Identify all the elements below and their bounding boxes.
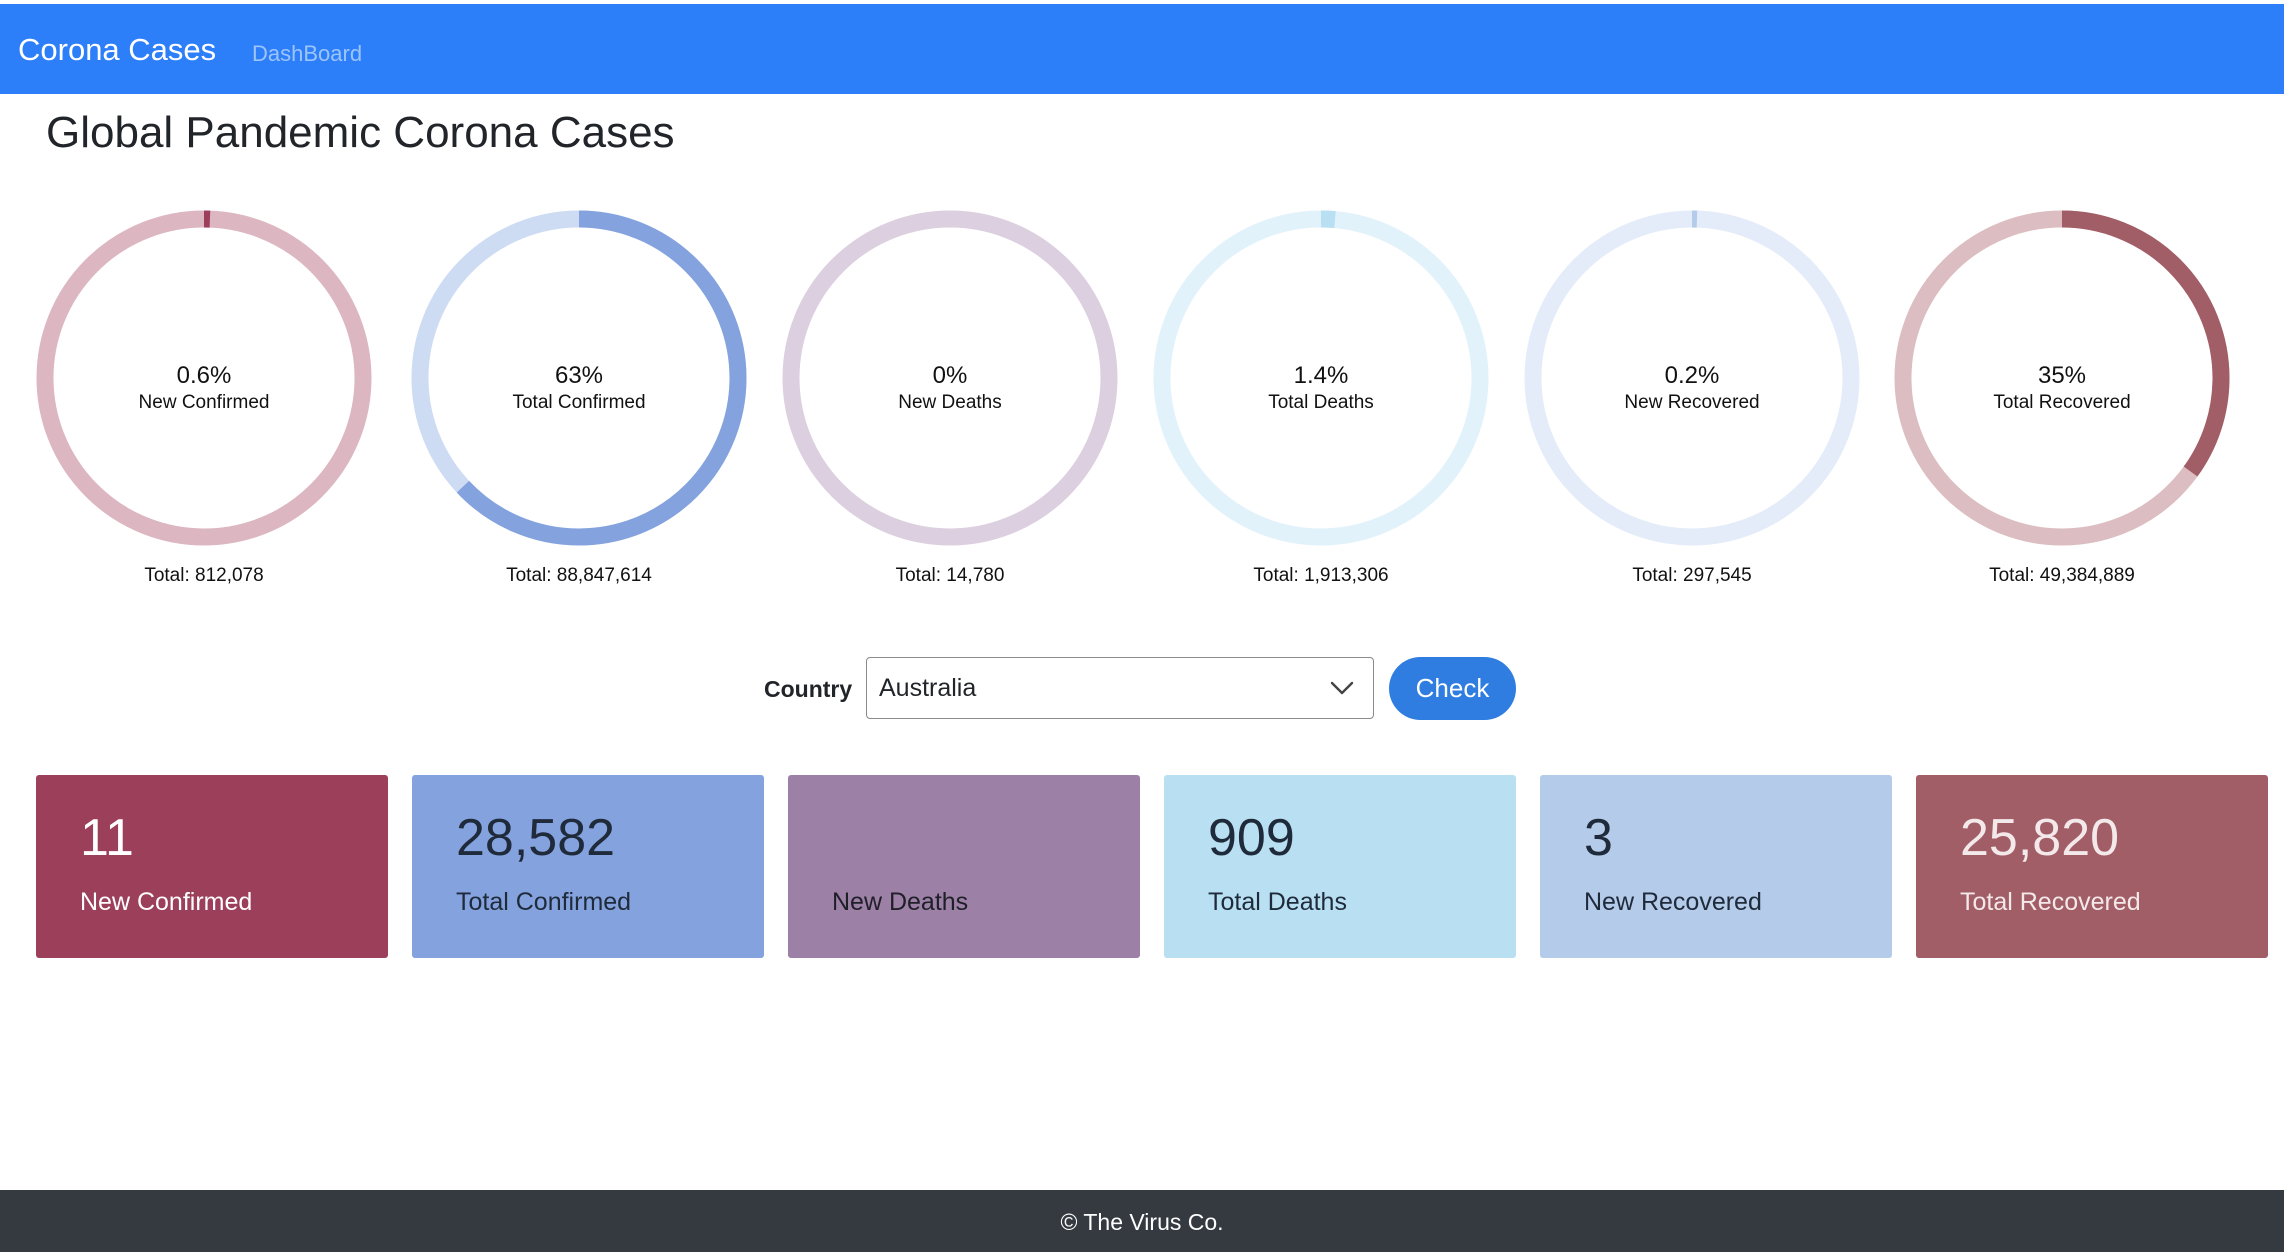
ring-label: Total Recovered <box>1993 392 2131 413</box>
ring-label: Total Deaths <box>1268 392 1374 413</box>
chevron-down-icon <box>1330 681 1354 695</box>
ring-total-recovered: 35% Total Recovered Total: 49,384,889 <box>1876 210 2248 590</box>
ring-label: New Confirmed <box>138 392 270 413</box>
card-label: New Deaths <box>832 888 969 916</box>
ring-total: Total: 88,847,614 <box>506 565 652 586</box>
progress-rings: 0.6% New Confirmed Total: 812,078 63% To… <box>0 210 2284 610</box>
ring-total: Total: 812,078 <box>144 565 264 586</box>
ring-percent: 0.2% <box>1664 362 1720 389</box>
footer-copyright: © The Virus Co. <box>1060 1209 1224 1235</box>
card-total-deaths: 909 Total Deaths <box>1164 775 1516 958</box>
ring-total-deaths: 1.4% Total Deaths Total: 1,913,306 <box>1135 210 1507 590</box>
card-value: 25,820 <box>1960 809 2120 867</box>
ring-label: New Deaths <box>898 392 1002 413</box>
ring-percent: 0% <box>932 362 968 389</box>
ring-label: Total Confirmed <box>512 392 646 413</box>
card-value: 11 <box>80 809 134 867</box>
card-label: Total Confirmed <box>456 888 632 916</box>
card-label: Total Deaths <box>1208 888 1347 916</box>
card-value: 28,582 <box>456 809 616 867</box>
navbar-brand[interactable]: Corona Cases <box>18 32 216 68</box>
ring-percent: 0.6% <box>176 362 232 389</box>
card-new-deaths: New Deaths <box>788 775 1140 958</box>
navbar: Corona Cases DashBoard <box>0 4 2284 94</box>
card-label: New Recovered <box>1584 888 1762 916</box>
card-value: 909 <box>1208 809 1295 867</box>
ring-total: Total: 297,545 <box>1632 565 1752 586</box>
card-total-confirmed: 28,582 Total Confirmed <box>412 775 764 958</box>
ring-new-deaths: 0% New Deaths Total: 14,780 <box>764 210 1136 590</box>
country-label: Country <box>764 676 853 702</box>
ring-percent: 1.4% <box>1293 362 1349 389</box>
card-new-confirmed: 11 New Confirmed <box>36 775 388 958</box>
ring-label: New Recovered <box>1624 392 1760 413</box>
ring-total: Total: 1,913,306 <box>1253 565 1389 586</box>
page-title: Global Pandemic Corona Cases <box>46 108 675 157</box>
card-total-recovered: 25,820 Total Recovered <box>1916 775 2268 958</box>
country-select-value: Australia <box>879 674 977 702</box>
ring-new-recovered: 0.2% New Recovered Total: 297,545 <box>1506 210 1878 590</box>
card-new-recovered: 3 New Recovered <box>1540 775 1892 958</box>
ring-percent: 63% <box>554 362 604 389</box>
card-value: 3 <box>1584 809 1613 867</box>
country-select[interactable]: Australia <box>866 657 1374 719</box>
nav-link-dashboard[interactable]: DashBoard <box>252 41 362 67</box>
ring-new-confirmed: 0.6% New Confirmed Total: 812,078 <box>18 210 390 590</box>
ring-percent: 35% <box>2037 362 2087 389</box>
footer: © The Virus Co. <box>0 1190 2284 1252</box>
dashboard-page: Corona Cases DashBoard Global Pandemic C… <box>0 0 2284 1252</box>
check-button[interactable]: Check <box>1389 657 1516 720</box>
ring-total: Total: 49,384,889 <box>1989 565 2135 586</box>
card-label: Total Recovered <box>1960 888 2141 916</box>
card-label: New Confirmed <box>80 888 253 916</box>
ring-total-confirmed: 63% Total Confirmed Total: 88,847,614 <box>393 210 765 590</box>
ring-total: Total: 14,780 <box>895 565 1005 586</box>
